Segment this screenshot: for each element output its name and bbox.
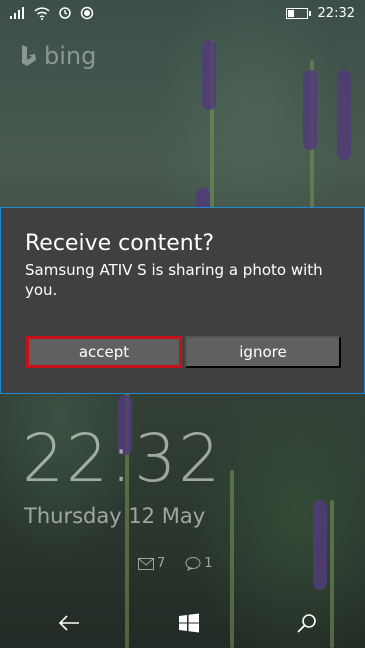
status-icons [10, 6, 94, 20]
lockscreen-notifications: 7 1 [138, 556, 213, 571]
lavender-flower [303, 70, 317, 150]
receive-content-dialog: Receive content? Samsung ATIV S is shari… [0, 207, 365, 394]
status-right: 22:32 [285, 5, 355, 21]
accept-button[interactable]: accept [26, 336, 182, 368]
search-icon[interactable] [297, 613, 317, 633]
bing-b-icon [22, 45, 36, 66]
status-bar: 22:32 [0, 0, 365, 26]
mail-count: 7 [157, 556, 166, 571]
lavender-flower [202, 40, 216, 110]
lavender-flower [337, 70, 351, 160]
messaging-icon [185, 556, 201, 571]
dialog-message: Samsung ATIV S is sharing a photo with y… [25, 261, 323, 299]
lavender-flower [313, 500, 327, 590]
messaging-notification: 1 [185, 556, 213, 571]
ignore-button[interactable]: ignore [185, 336, 341, 368]
status-time: 22:32 [317, 5, 355, 21]
sync-icon [59, 7, 71, 19]
record-icon [80, 6, 94, 20]
lockscreen-date: Thursday 12 May [24, 504, 206, 528]
windows-start-icon[interactable] [178, 613, 199, 633]
battery-icon [285, 7, 311, 19]
bing-logo: bing [20, 42, 96, 70]
mail-notification: 7 [138, 556, 165, 571]
navigation-bar [0, 598, 365, 648]
back-icon[interactable] [58, 614, 80, 632]
messaging-count: 1 [204, 556, 213, 571]
signal-icon [10, 7, 24, 19]
bing-text: bing [44, 42, 97, 70]
mail-icon [138, 557, 154, 570]
wifi-icon [34, 6, 50, 20]
dialog-title: Receive content? [25, 231, 215, 256]
lockscreen-clock: 22:32 [22, 420, 223, 497]
